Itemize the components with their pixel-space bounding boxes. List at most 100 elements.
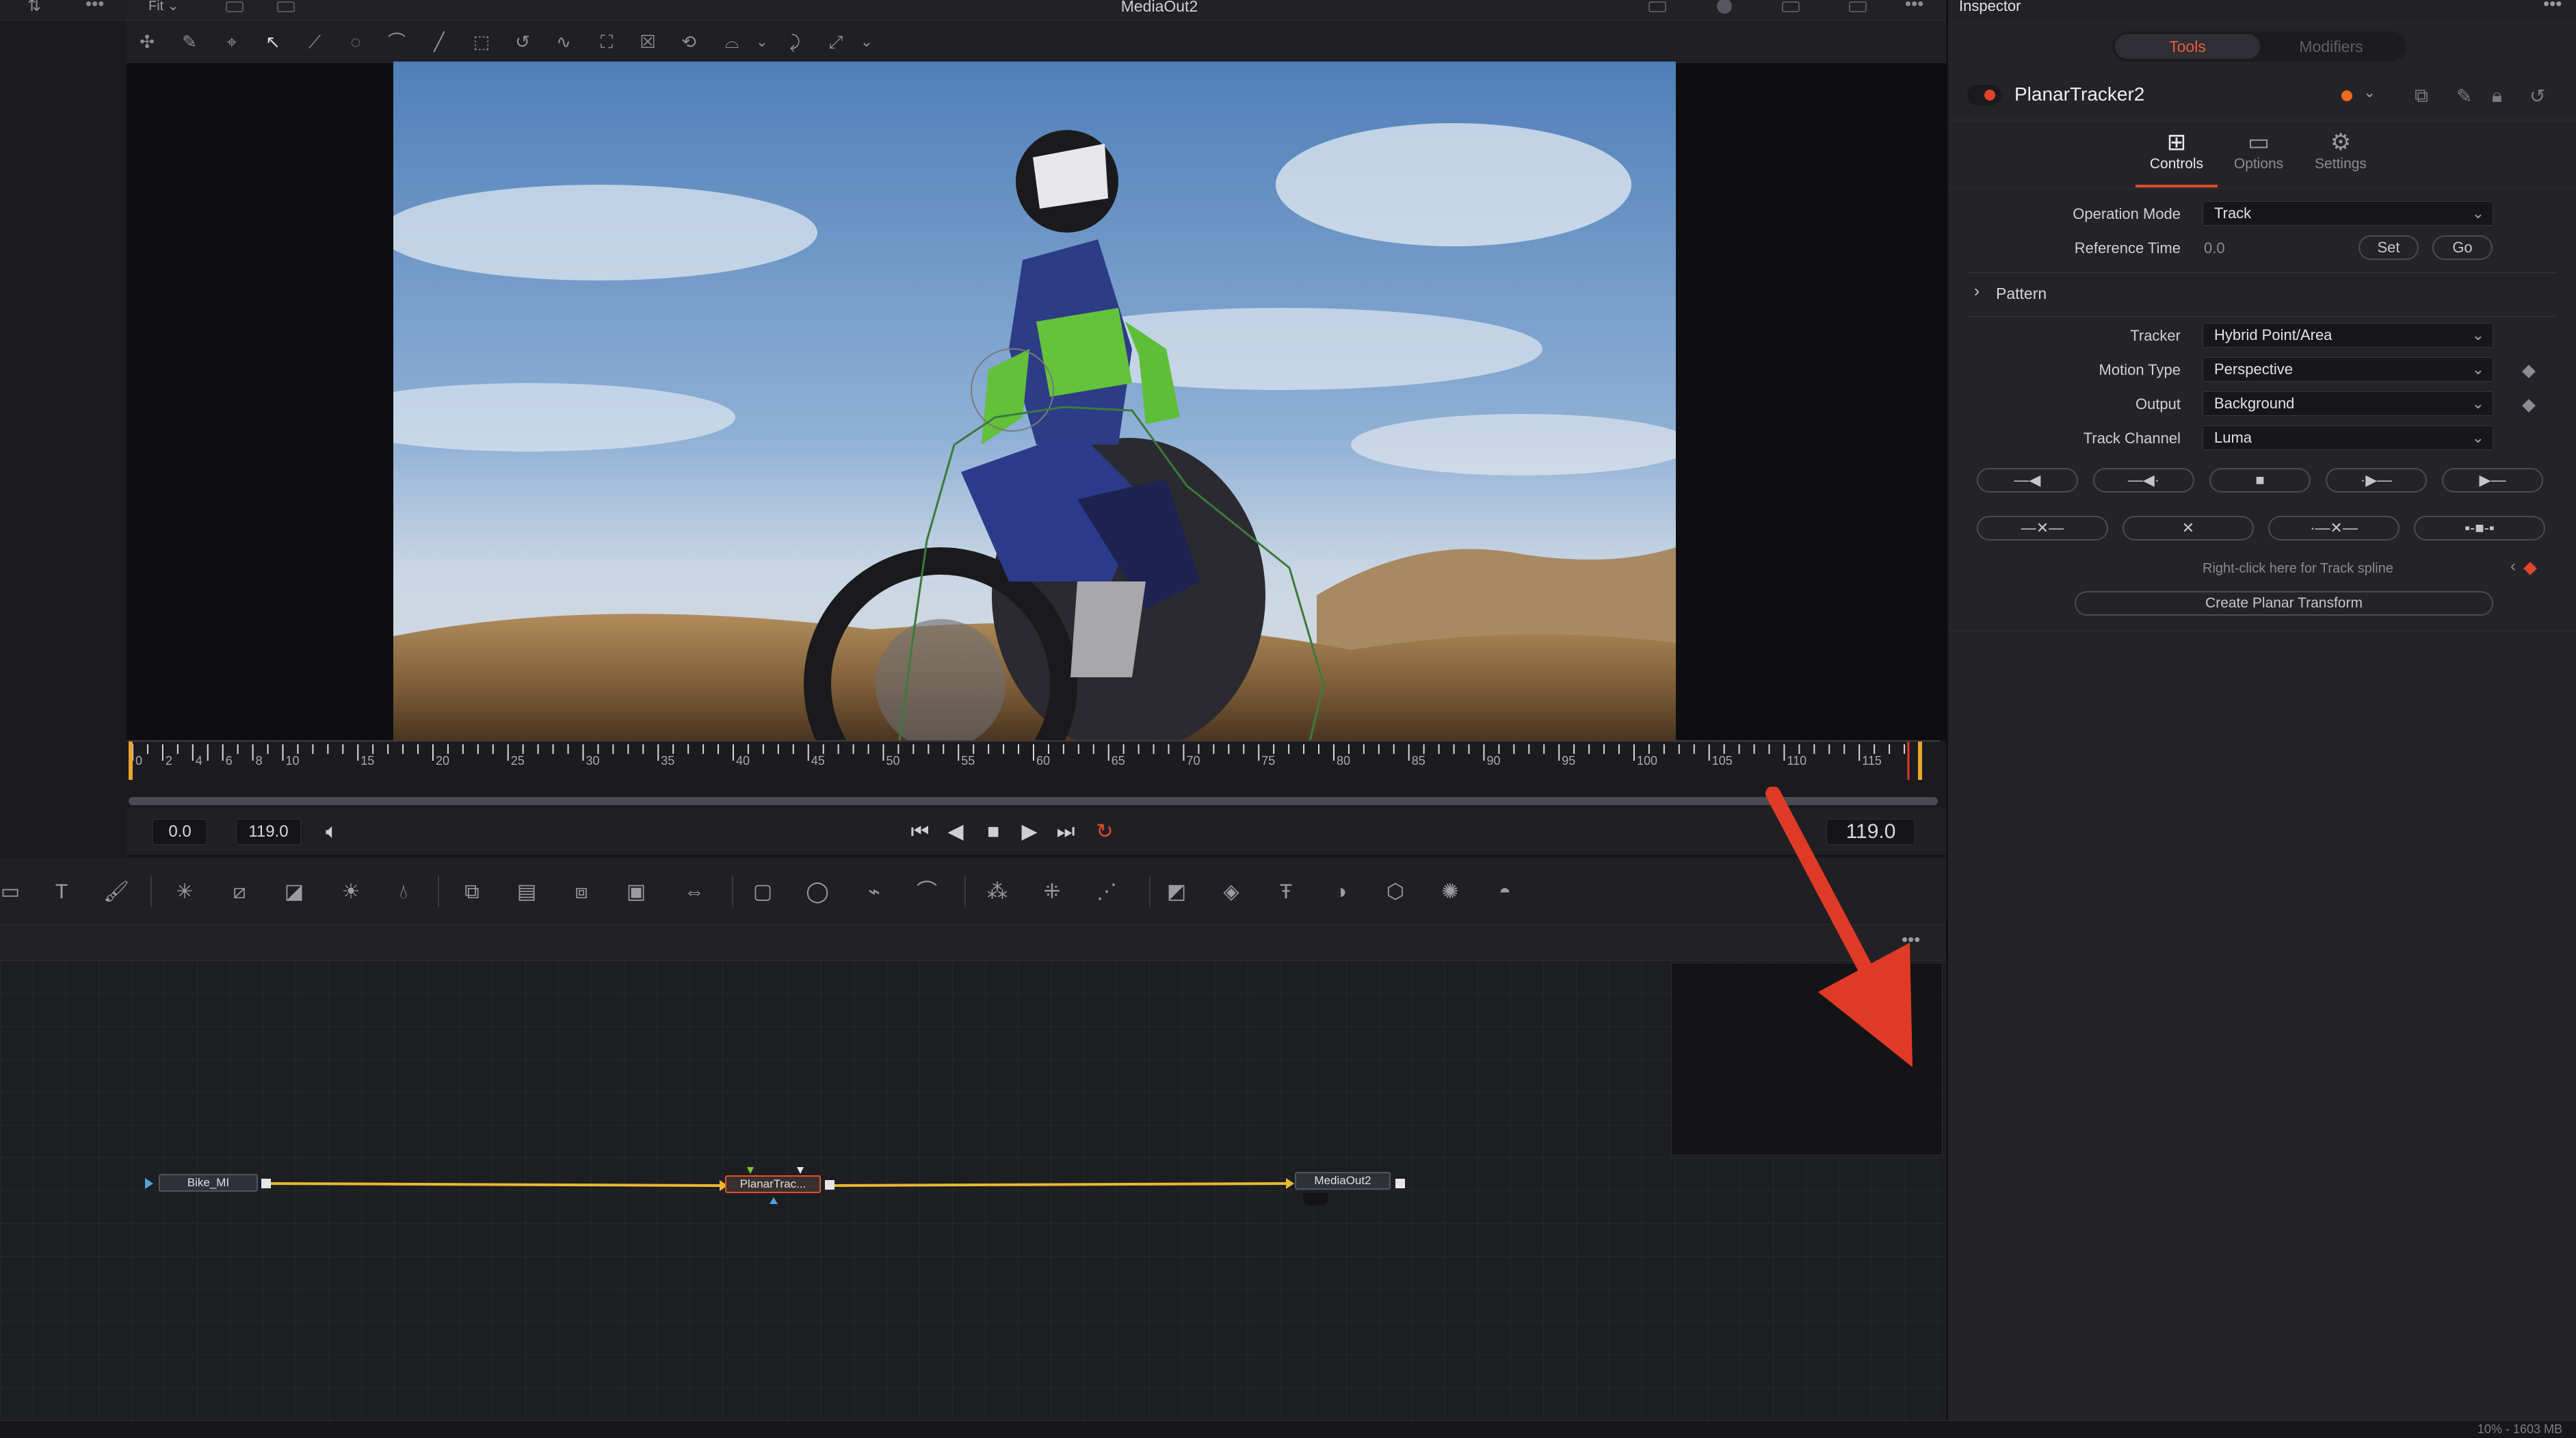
fit-points-icon[interactable]: ⛶ [595,30,618,53]
node-editor[interactable]: Bike_MI PlanarTrac... MediaOut2 [0,960,1946,1420]
image-plane-3d-icon[interactable]: ◩ [1163,878,1190,906]
track-tool-icon[interactable]: ✣ [135,30,159,53]
node-media-out[interactable]: MediaOut2 [1295,1172,1391,1190]
set-button[interactable]: Set [2358,235,2419,260]
track-to-start-button[interactable]: —◀ [1977,468,2078,493]
aspect-icon[interactable] [226,1,244,12]
particle-render-icon[interactable]: ⁜ [1038,878,1066,906]
clear-button[interactable]: ✕ [2122,516,2254,540]
blur-icon[interactable]: 💧︎ [390,878,417,906]
color-dropdown-icon[interactable]: ⌄ [2363,83,2376,101]
keyframe-icon[interactable] [2522,399,2536,413]
go-to-end-icon[interactable]: ⏭︎ [1051,817,1081,847]
reverse-icon[interactable]: ⟲ [677,30,700,53]
select-tool-icon[interactable]: ↖ [261,30,285,53]
color-curves-icon[interactable]: ⧄ [226,878,253,906]
tools-tab[interactable]: Tools [2115,34,2260,59]
volume-icon[interactable]: 🔈︎ [317,817,347,847]
color-icon[interactable] [1717,0,1732,14]
clear-all-button[interactable]: —✕— [1977,516,2108,540]
viewer-indicator-icon[interactable] [1303,1193,1328,1205]
text-3d-icon[interactable]: Ŧ [1272,878,1300,906]
inspector-options-icon[interactable]: ••• [2543,0,2562,14]
text-tool-icon[interactable]: T [48,878,75,906]
delta-keyer-icon[interactable]: ▣ [622,878,650,906]
prev-keyframe-icon[interactable]: ‹ [2510,557,2516,576]
camera-3d-icon[interactable]: ⬡ [1382,878,1409,906]
go-to-start-icon[interactable]: ⏮︎ [905,817,935,847]
create-planar-transform-button[interactable]: Create Planar Transform [2075,591,2493,616]
step-back-icon[interactable]: ◀︎ [941,817,971,847]
output-dropdown[interactable]: Background ⌄ [2203,391,2493,416]
loop-icon[interactable]: ↻ [1090,817,1120,847]
motion-type-dropdown[interactable]: Perspective ⌄ [2203,357,2493,382]
resize-icon[interactable]: ⇔ [681,878,708,906]
go-button[interactable]: Go [2432,235,2493,260]
color-dot-icon[interactable] [2341,90,2352,101]
grid-icon[interactable] [1782,1,1800,12]
in-point-marker[interactable] [129,742,133,780]
smooth-icon[interactable]: ∿ [552,30,575,53]
track-backward-button[interactable]: —◀· [2093,468,2194,493]
versions-icon[interactable]: ⧉ [2415,85,2428,107]
lasso-icon[interactable]: ◌ [344,30,367,53]
polygon-mask-icon[interactable]: ⌁ [860,878,888,906]
node-planar-tracker-output[interactable] [825,1180,834,1190]
node-bike[interactable]: Bike_MI [159,1174,258,1192]
renderer-3d-icon[interactable]: ◓ [1491,878,1519,906]
fit-zoom-dropdown[interactable]: Fit ⌄ [148,0,179,14]
play-icon[interactable]: ▶︎ [1014,817,1044,847]
matte-control-icon[interactable]: ▤ [513,878,540,906]
reference-time-value[interactable]: 0.0 [2204,239,2225,257]
set-keyframe-button[interactable]: ▪-■-▪ [2414,516,2545,540]
operation-mode-dropdown[interactable]: Track ⌄ [2203,201,2493,226]
pattern-section[interactable]: Pattern [1996,285,2047,303]
shape-icon[interactable]: ⤸ [783,30,806,53]
transform-icon[interactable]: ⟋ [303,30,326,53]
tab-options[interactable]: ▭ Options [2218,129,2300,172]
bspline-mask-icon[interactable]: ⌒ [913,878,941,906]
delete-points-icon[interactable]: ☒ [636,30,659,53]
node-bike-output[interactable] [261,1179,271,1188]
timeline-ruler[interactable]: 0 2 4 6 8 10 15 20 25 30 35 40 45 50 55 60 65 70 75 80 85 90 9… [127,740,1940,781]
pointer-add-icon[interactable]: ⌖ [220,30,244,53]
start-time-field[interactable]: 0.0 [153,819,207,845]
color-correct-icon[interactable]: ◪ [280,878,308,906]
pen-tool-icon[interactable]: ✎ [178,30,201,53]
node-planar-tracker[interactable]: PlanarTrac... [725,1175,821,1193]
merge-3d-icon[interactable]: ◑ [1327,878,1354,906]
out-point-marker[interactable] [1918,742,1922,780]
keyframe-icon[interactable] [2522,365,2536,378]
keyframe-red-icon[interactable] [2523,562,2537,575]
rect-select-icon[interactable]: ⬚ [470,30,493,53]
rotate-icon[interactable]: ↺ [511,30,534,53]
tracker-dropdown[interactable]: Hybrid Point/Area ⌄ [2203,323,2493,348]
particles-icon[interactable]: ✳ [171,878,198,906]
brightness-icon[interactable]: ☀ [337,878,365,906]
stop-tracking-button[interactable]: ■ [2209,468,2311,493]
paint-tool-icon[interactable]: 🖌︎ [103,878,130,906]
particle-style-icon[interactable]: ⋰ [1093,878,1120,906]
split-icon[interactable] [1849,1,1867,12]
pattern-expand-icon[interactable]: › [1974,282,1980,301]
track-channel-dropdown[interactable]: Luma ⌄ [2203,426,2493,450]
curve-dropdown-icon[interactable]: ⌄ [750,30,774,53]
node-media-out-output[interactable] [1395,1179,1405,1188]
time-scrubber[interactable] [129,797,1938,805]
rectangle-mask-icon[interactable]: ▢ [749,878,776,906]
clear-forward-button[interactable]: ·—✕— [2268,516,2400,540]
eyedropper-dropdown-icon[interactable]: ⌄ [855,30,878,53]
tab-controls[interactable]: ⊞ Controls [2135,129,2218,172]
viewer-image[interactable] [393,62,1676,741]
merge-icon[interactable]: ⧉ [458,878,486,906]
view-icon[interactable] [1648,1,1666,12]
background-tool-icon[interactable]: ▭ [0,878,24,906]
end-time-field[interactable]: 119.0 [236,819,301,845]
more-options-icon[interactable]: ••• [86,0,104,14]
shape-3d-icon[interactable]: ◈ [1218,878,1245,906]
bezier-icon[interactable]: ⌒ [385,30,408,53]
particle-emitter-icon[interactable]: ⁂ [984,878,1011,906]
eyedropper-icon[interactable]: ⤢ [824,30,847,53]
track-spline-hint[interactable]: Right-click here for Track spline [2203,561,2393,577]
pin-icon[interactable]: ✎ [2456,85,2472,107]
